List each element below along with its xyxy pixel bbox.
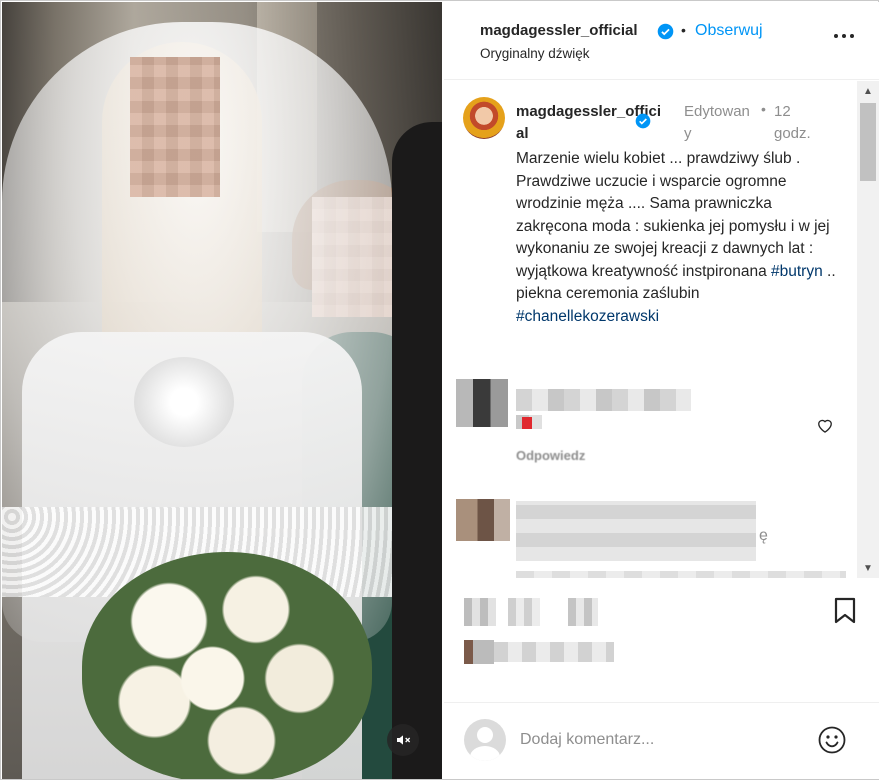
pixelated-comment-button[interactable] — [508, 598, 540, 626]
pixelated-comment-text — [516, 389, 691, 411]
emoji-smile-icon[interactable] — [817, 725, 847, 755]
more-horizontal-icon — [834, 34, 838, 38]
pixelated-share-button[interactable] — [568, 598, 598, 626]
pixelated-comment-avatar — [456, 379, 508, 427]
caption-time[interactable]: 12 godz. — [774, 101, 830, 145]
pixelated-comment-text — [516, 571, 846, 578]
follow-button[interactable]: Obserwuj — [695, 22, 763, 40]
pixelated-likes-avatar — [464, 640, 494, 664]
comments-section[interactable]: magdagessler_official Edytowany • 12 god… — [444, 81, 856, 578]
verified-badge-icon — [657, 23, 674, 40]
caption-avatar[interactable] — [463, 97, 505, 139]
blurred-bride-face — [130, 57, 220, 197]
pixelated-likes-text — [494, 642, 614, 662]
reply-button[interactable]: Odpowiedz — [516, 448, 585, 463]
caption-separator: • — [761, 101, 766, 117]
red-emoji-pixel — [522, 417, 532, 429]
more-options-button[interactable] — [830, 26, 858, 46]
heart-icon[interactable] — [814, 415, 836, 435]
dark-figure — [392, 122, 442, 779]
scrollbar-thumb[interactable] — [860, 103, 876, 181]
post-dialog: magdagessler_official • Obserwuj Orygina… — [0, 0, 879, 780]
rose-bouquet — [82, 552, 372, 779]
header-username[interactable]: magdagessler_official — [480, 22, 638, 39]
default-avatar-icon — [470, 727, 500, 761]
dress-rose — [134, 357, 234, 447]
comment-input[interactable] — [520, 725, 820, 755]
hashtag-link[interactable]: #butryn — [771, 263, 823, 280]
pixelated-like-button[interactable] — [464, 598, 496, 626]
pixelated-comment-avatar — [456, 499, 510, 541]
post-header: magdagessler_official • Obserwuj Orygina… — [444, 2, 879, 80]
audio-label[interactable]: Oryginalny dźwięk — [480, 46, 590, 61]
caption-text: Marzenie wielu kobiet ... prawdziwy ślub… — [516, 150, 836, 325]
comments-scrollbar[interactable]: ▲ ▼ — [857, 81, 879, 578]
current-user-avatar — [464, 719, 506, 761]
edited-label: Edytowany — [684, 103, 750, 142]
scroll-up-arrow-icon[interactable]: ▲ — [857, 81, 879, 101]
hashtag-link[interactable]: #chanellekozerawski — [516, 308, 659, 325]
pixelated-comment-text — [516, 501, 756, 561]
likes-section — [444, 634, 879, 674]
post-media[interactable] — [2, 2, 442, 779]
post-actions — [444, 592, 879, 632]
post-side-panel: magdagessler_official • Obserwuj Orygina… — [444, 2, 879, 779]
verified-badge-icon — [635, 113, 651, 129]
bookmark-icon[interactable] — [833, 597, 857, 625]
scroll-down-arrow-icon[interactable]: ▼ — [857, 558, 879, 578]
comment-trailing-char: ę — [759, 527, 768, 544]
header-separator: • — [681, 22, 686, 38]
add-comment-bar — [444, 702, 879, 779]
mute-button[interactable] — [387, 724, 419, 756]
speaker-muted-icon — [397, 735, 411, 745]
